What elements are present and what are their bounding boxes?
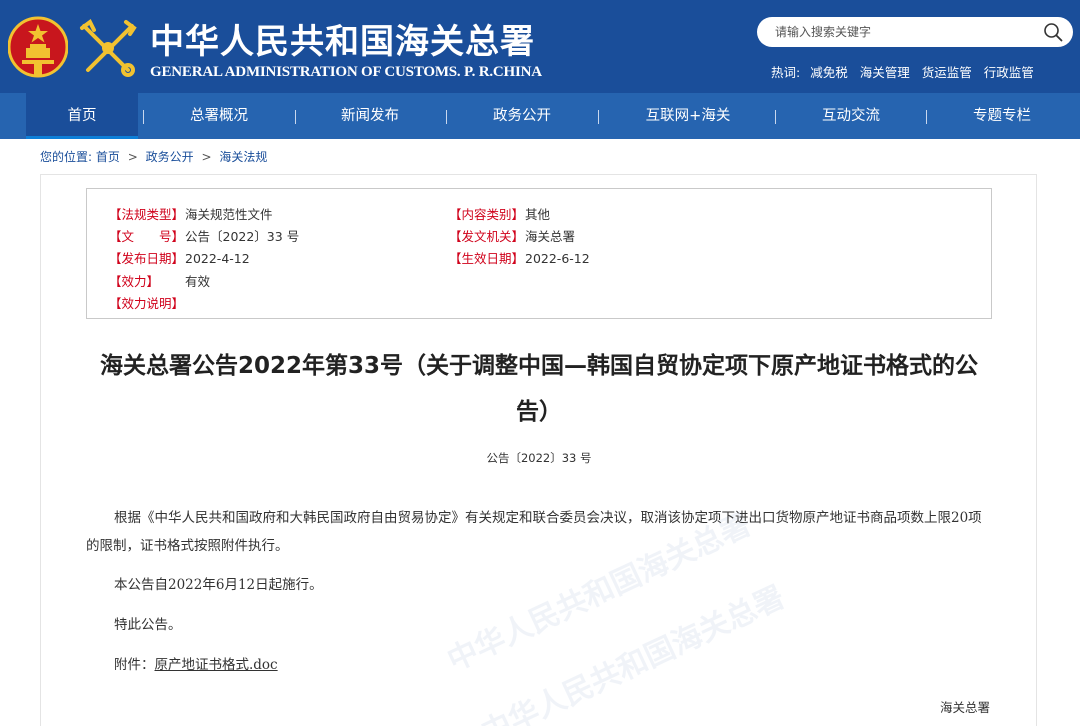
meta-row-issuer: 【发文机关】海关总署 bbox=[449, 226, 575, 245]
meta-key: 【效力说明】 bbox=[109, 296, 185, 311]
meta-key: 【内容类别】 bbox=[449, 207, 525, 222]
nav-separator bbox=[295, 110, 296, 124]
regulation-metadata-box: 【法规类型】海关规范性文件 【内容类别】其他 【文 号】公告〔2022〕33 号… bbox=[86, 188, 992, 319]
meta-key: 【文 号】 bbox=[109, 229, 185, 244]
meta-row-docno: 【文 号】公告〔2022〕33 号 bbox=[109, 226, 299, 245]
breadcrumb-label: 您的位置: bbox=[40, 150, 93, 164]
meta-key: 【发文机关】 bbox=[449, 229, 525, 244]
document-title: 海关总署公告2022年第33号（关于调整中国—韩国自贸协定项下原产地证书格式的公… bbox=[99, 353, 979, 425]
breadcrumb-customs-law[interactable]: 海关法规 bbox=[219, 150, 267, 164]
meta-value: 海关总署 bbox=[525, 229, 576, 244]
attachment-label: 附件： bbox=[114, 657, 155, 673]
nav-item-interaction[interactable]: 互动交流 bbox=[795, 93, 907, 139]
customs-emblem-icon[interactable] bbox=[76, 18, 140, 78]
hot-word-link[interactable]: 减免税 bbox=[810, 65, 848, 80]
meta-key: 【法规类型】 bbox=[109, 207, 185, 222]
meta-value: 公告〔2022〕33 号 bbox=[185, 229, 300, 244]
document-number: 公告〔2022〕33 号 bbox=[486, 451, 592, 465]
meta-value: 有效 bbox=[185, 274, 211, 289]
hot-word-link[interactable]: 货运监管 bbox=[922, 65, 972, 80]
meta-value: 海关规范性文件 bbox=[185, 207, 273, 222]
nav-separator bbox=[926, 110, 927, 124]
breadcrumb-home[interactable]: 首页 bbox=[96, 150, 120, 164]
body-paragraph: 根据《中华人民共和国政府和大韩民国政府自由贸易协定》有关规定和联合委员会决议，取… bbox=[86, 510, 982, 554]
search-box bbox=[757, 17, 1073, 47]
hot-word-link[interactable]: 行政监管 bbox=[984, 65, 1034, 80]
meta-row-effdate: 【生效日期】2022-6-12 bbox=[449, 248, 590, 267]
body-paragraph: 本公告自2022年6月12日起施行。 bbox=[114, 577, 323, 593]
nav-item-overview[interactable]: 总署概况 bbox=[163, 93, 275, 139]
meta-value: 2022-4-12 bbox=[185, 251, 250, 266]
breadcrumb-separator: > bbox=[201, 150, 212, 164]
meta-row-validity-note: 【效力说明】 bbox=[109, 293, 185, 312]
hot-word-link[interactable]: 海关管理 bbox=[860, 65, 910, 80]
meta-row-type: 【法规类型】海关规范性文件 bbox=[109, 204, 273, 223]
meta-value: 其他 bbox=[525, 207, 551, 222]
meta-row-validity: 【效力】 有效 bbox=[109, 271, 210, 290]
nav-separator bbox=[775, 110, 776, 124]
site-header: 中华人民共和国海关总署 GENERAL ADMINISTRATION OF CU… bbox=[0, 0, 1080, 93]
breadcrumb-separator: > bbox=[127, 150, 138, 164]
site-subtitle: GENERAL ADMINISTRATION OF CUSTOMS. P. R.… bbox=[150, 64, 542, 80]
nav-item-topics[interactable]: 专题专栏 bbox=[946, 93, 1058, 139]
hot-words: 热词: 减免税 海关管理 货运监管 行政监管 bbox=[771, 62, 1042, 81]
meta-row-category: 【内容类别】其他 bbox=[449, 204, 550, 223]
site-title[interactable]: 中华人民共和国海关总署 bbox=[150, 14, 535, 63]
meta-key: 【效力】 bbox=[109, 274, 160, 289]
nav-separator bbox=[446, 110, 447, 124]
main-nav: 首页 总署概况 新闻发布 政务公开 互联网+海关 互动交流 专题专栏 bbox=[0, 93, 1080, 139]
meta-row-pubdate: 【发布日期】2022-4-12 bbox=[109, 248, 250, 267]
nav-item-gov-affairs[interactable]: 政务公开 bbox=[466, 93, 578, 139]
breadcrumb: 您的位置: 首页 > 政务公开 > 海关法规 bbox=[40, 148, 267, 165]
body-paragraph: 特此公告。 bbox=[114, 617, 182, 633]
nav-item-news[interactable]: 新闻发布 bbox=[314, 93, 426, 139]
meta-key: 【生效日期】 bbox=[449, 251, 525, 266]
nav-item-internet-customs[interactable]: 互联网+海关 bbox=[618, 93, 758, 139]
attachment-link[interactable]: 原产地证书格式.doc bbox=[155, 657, 278, 673]
nav-item-home[interactable]: 首页 bbox=[26, 93, 138, 139]
nav-separator bbox=[598, 110, 599, 124]
search-input[interactable] bbox=[775, 17, 1035, 47]
search-icon[interactable] bbox=[1043, 22, 1063, 42]
document-signature: 海关总署 bbox=[940, 700, 991, 715]
meta-value: 2022-6-12 bbox=[525, 251, 590, 266]
national-emblem-icon[interactable] bbox=[8, 14, 68, 80]
attachment-line: 附件：原产地证书格式.doc bbox=[86, 651, 992, 679]
breadcrumb-gov-affairs[interactable]: 政务公开 bbox=[146, 150, 194, 164]
hot-words-label: 热词: bbox=[771, 65, 801, 80]
meta-key: 【发布日期】 bbox=[109, 251, 185, 266]
nav-separator bbox=[143, 110, 144, 124]
